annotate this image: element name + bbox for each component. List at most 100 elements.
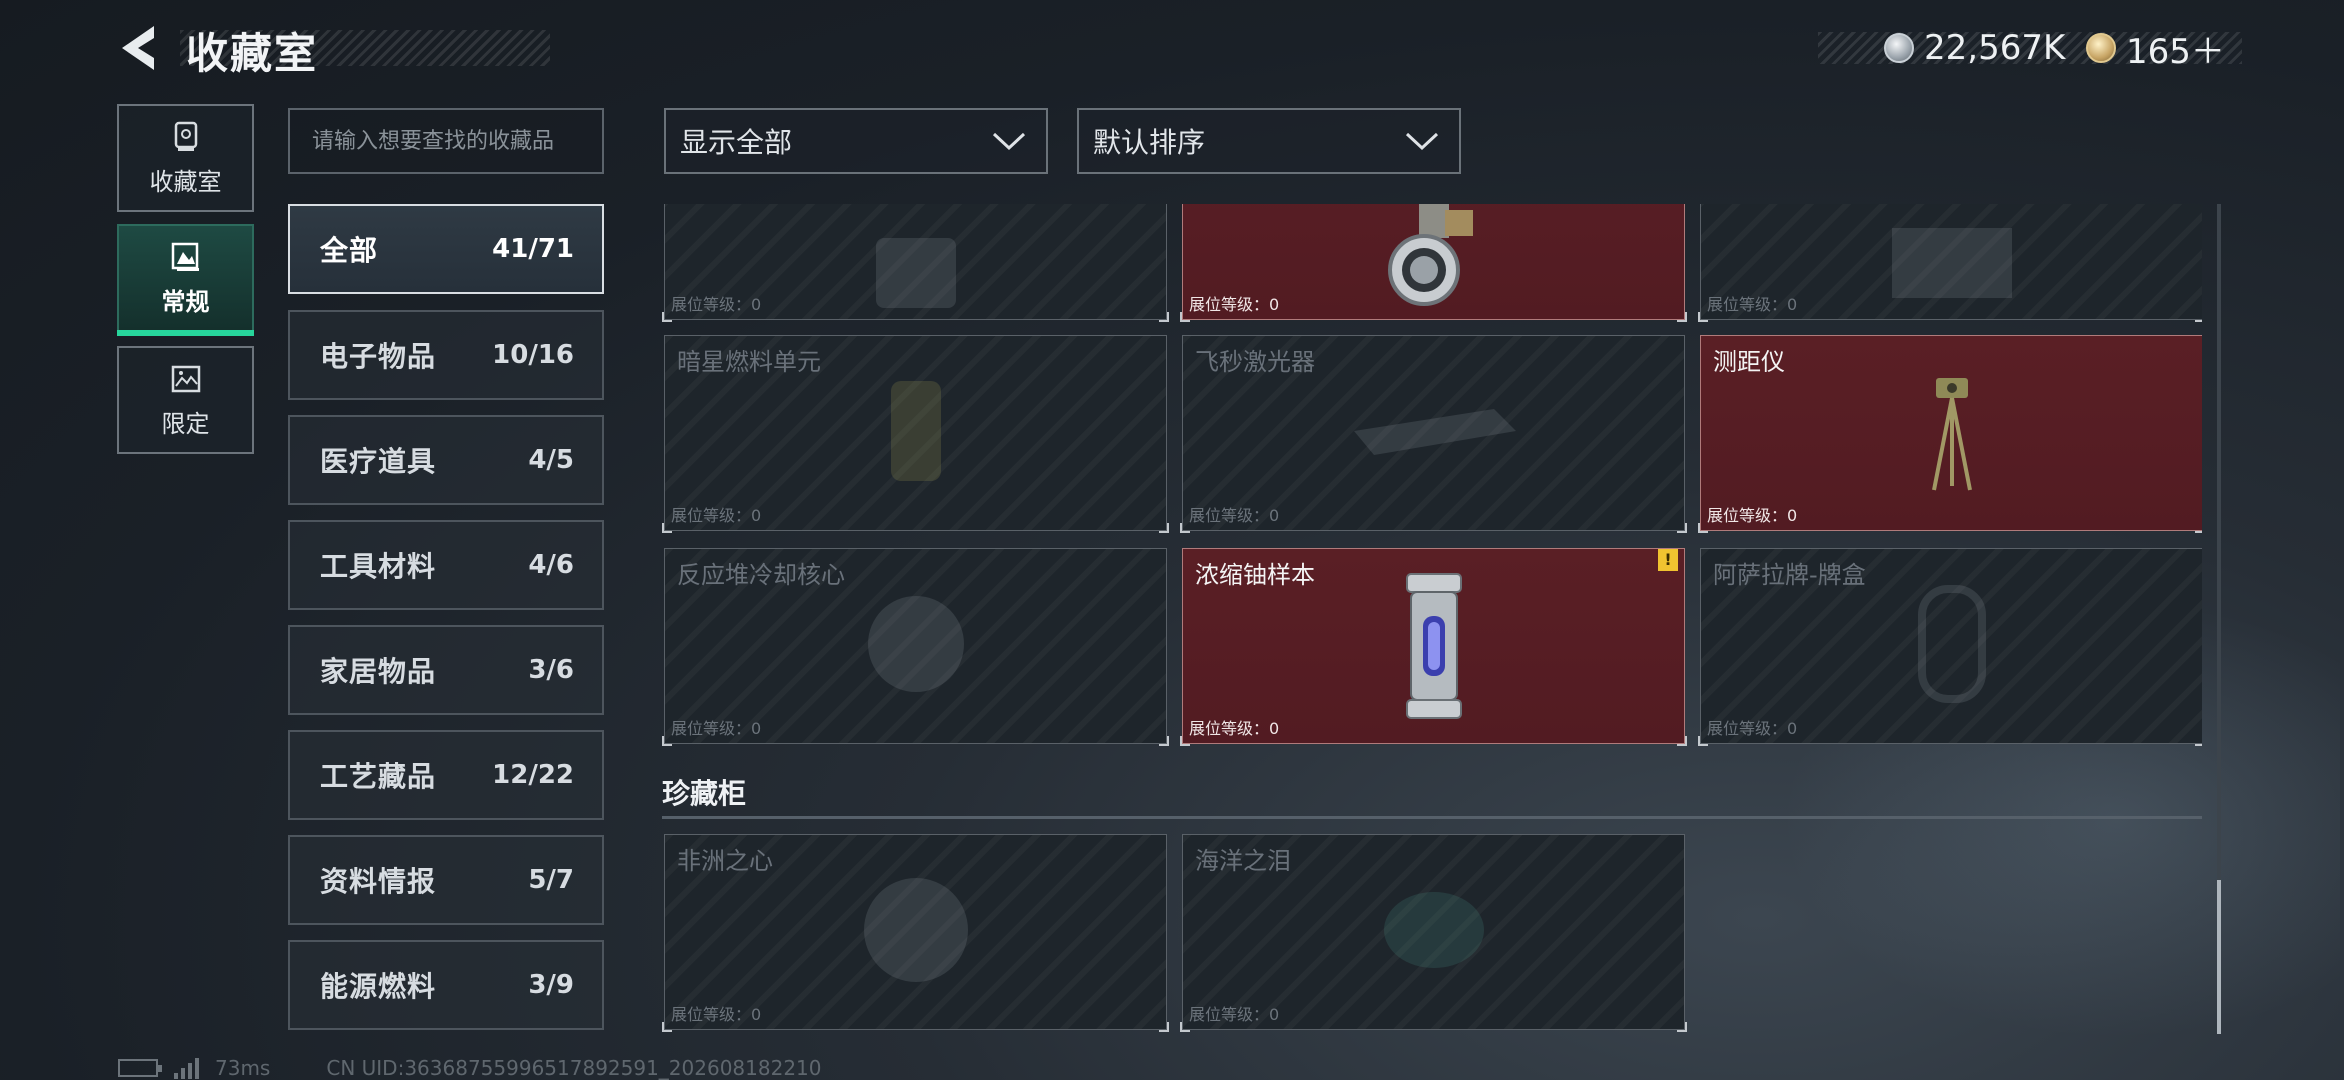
booth-level: 展位等级：0 bbox=[671, 719, 762, 738]
collection-card-owned[interactable]: 展位等级：0 bbox=[1180, 204, 1687, 322]
category-household[interactable]: 家居物品 3/6 bbox=[288, 625, 604, 715]
gold-coin-icon bbox=[2086, 33, 2116, 63]
category-count: 10/16 bbox=[492, 340, 574, 370]
card-corner bbox=[1698, 523, 1708, 533]
card-corner bbox=[1180, 736, 1190, 746]
category-name: 电子物品 bbox=[320, 340, 437, 373]
card-corner bbox=[1159, 736, 1169, 746]
card-corner bbox=[1677, 736, 1687, 746]
battery-icon bbox=[118, 1059, 162, 1077]
mode-tab-label: 收藏室 bbox=[149, 167, 222, 196]
category-all[interactable]: 全部 41/71 bbox=[288, 204, 604, 294]
sort-dropdown[interactable]: 默认排序 bbox=[1077, 108, 1461, 174]
card-corner bbox=[1698, 312, 1708, 322]
card-box-silhouette bbox=[1912, 584, 1992, 708]
item-name: 测距仪 bbox=[1713, 348, 1785, 376]
card-corner bbox=[2195, 312, 2202, 322]
card-corner bbox=[662, 736, 672, 746]
category-name: 全部 bbox=[320, 234, 379, 267]
booth-level: 展位等级：0 bbox=[1189, 1005, 1280, 1024]
card-corner bbox=[2195, 736, 2202, 746]
ping-value: 73ms bbox=[215, 1056, 271, 1080]
chevron-down-icon bbox=[1405, 132, 1439, 151]
sort-value: 默认排序 bbox=[1093, 126, 1206, 159]
collection-card[interactable]: 展位等级：0 bbox=[1698, 204, 2202, 322]
collection-grid[interactable]: 展位等级：0 展位等级：0 展位等级：0 暗星燃料单元 展位等级：0 飞秒激光器… bbox=[662, 204, 2202, 1034]
showcase-section-title: 珍藏柜 bbox=[662, 777, 747, 810]
back-arrow-icon[interactable] bbox=[116, 24, 160, 72]
rangefinder-tripod-image bbox=[1922, 374, 1982, 498]
diamond-silhouette bbox=[846, 870, 986, 994]
item-name: 阿萨拉牌-牌盒 bbox=[1713, 561, 1866, 589]
search-input[interactable] bbox=[288, 108, 604, 174]
card-corner bbox=[1159, 523, 1169, 533]
category-energy[interactable]: 能源燃料 3/9 bbox=[288, 940, 604, 1030]
item-silhouette bbox=[856, 228, 976, 322]
user-uid: CN UID:3636875599651789​2591_20260818221… bbox=[326, 1056, 822, 1080]
trophy-icon bbox=[174, 121, 197, 151]
collection-card[interactable]: 阿萨拉牌-牌盒 展位等级：0 bbox=[1698, 548, 2202, 746]
collection-card[interactable]: 飞秒激光器 展位等级：0 bbox=[1180, 335, 1687, 533]
mode-tab-collection[interactable]: 收藏室 bbox=[117, 104, 254, 212]
collection-card-owned[interactable]: 测距仪 展位等级：0 bbox=[1698, 335, 2202, 533]
category-count: 12/22 bbox=[492, 760, 574, 790]
item-name: 浓缩铀样本 bbox=[1195, 561, 1315, 589]
mode-tab-regular[interactable]: 常规 bbox=[117, 224, 254, 336]
card-corner bbox=[1159, 1022, 1169, 1032]
category-crafts[interactable]: 工艺藏品 12/22 bbox=[288, 730, 604, 820]
item-name: 海洋之泪 bbox=[1195, 847, 1291, 875]
collection-card[interactable]: 反应堆冷却核心 展位等级：0 bbox=[662, 548, 1169, 746]
category-medical[interactable]: 医疗道具 4/5 bbox=[288, 415, 604, 505]
category-electronics[interactable]: 电子物品 10/16 bbox=[288, 310, 604, 400]
display-filter-value: 显示全部 bbox=[680, 126, 793, 159]
category-tools[interactable]: 工具材料 4/6 bbox=[288, 520, 604, 610]
laser-silhouette bbox=[1344, 401, 1524, 465]
showcase-card[interactable]: 非洲之心 展位等级：0 bbox=[662, 834, 1169, 1032]
card-corner bbox=[1159, 312, 1169, 322]
warning-icon[interactable]: ! bbox=[1658, 549, 1678, 571]
category-intel[interactable]: 资料情报 5/7 bbox=[288, 835, 604, 925]
card-corner bbox=[1677, 1022, 1687, 1032]
booth-level: 展位等级：0 bbox=[1707, 506, 1798, 525]
category-count: 4/6 bbox=[528, 550, 574, 580]
booth-level: 展位等级：0 bbox=[671, 1005, 762, 1024]
category-count: 3/6 bbox=[528, 655, 574, 685]
item-name: 飞秒激光器 bbox=[1195, 348, 1315, 376]
card-corner bbox=[1677, 312, 1687, 322]
fuel-cell-silhouette bbox=[881, 376, 951, 490]
card-corner bbox=[1677, 523, 1687, 533]
display-filter-dropdown[interactable]: 显示全部 bbox=[664, 108, 1048, 174]
showcase-card[interactable]: 海洋之泪 展位等级：0 bbox=[1180, 834, 1687, 1032]
collection-card[interactable]: 暗星燃料单元 展位等级：0 bbox=[662, 335, 1169, 533]
signal-icon bbox=[174, 1057, 199, 1079]
collection-card[interactable]: 展位等级：0 bbox=[662, 204, 1169, 322]
item-name: 暗星燃料单元 bbox=[677, 348, 821, 376]
item-silhouette bbox=[1872, 218, 2032, 312]
card-corner bbox=[1180, 523, 1190, 533]
item-name: 反应堆冷却核心 bbox=[677, 561, 845, 589]
picture-frame-icon bbox=[171, 242, 199, 271]
category-count: 41/71 bbox=[492, 234, 574, 264]
status-footer: 73ms CN UID:3636875599651789​2591_202608… bbox=[118, 1056, 822, 1080]
category-count: 4/5 bbox=[528, 445, 574, 475]
mode-tab-limited[interactable]: 限定 bbox=[117, 346, 254, 454]
booth-level: 展位等级：0 bbox=[1189, 719, 1280, 738]
gold-currency[interactable]: 165＋ bbox=[2086, 26, 2225, 72]
card-corner bbox=[662, 523, 672, 533]
chevron-down-icon bbox=[992, 132, 1026, 151]
category-name: 资料情报 bbox=[320, 865, 437, 898]
category-name: 工具材料 bbox=[320, 550, 437, 583]
booth-level: 展位等级：0 bbox=[1707, 719, 1798, 738]
scrollbar-thumb[interactable] bbox=[2217, 880, 2221, 1034]
card-corner bbox=[1698, 736, 1708, 746]
category-name: 家居物品 bbox=[320, 655, 437, 688]
card-corner bbox=[2195, 523, 2202, 533]
category-name: 工艺藏品 bbox=[320, 760, 437, 793]
item-name: 非洲之心 bbox=[677, 847, 773, 875]
uranium-canister-image bbox=[1399, 572, 1469, 726]
card-corner bbox=[662, 1022, 672, 1032]
reactor-core-silhouette bbox=[856, 589, 976, 703]
collection-card-owned[interactable]: 浓缩铀样本 ! 展位等级：0 bbox=[1180, 548, 1687, 746]
section-divider bbox=[662, 816, 2202, 819]
silver-currency: 22,567K bbox=[1884, 26, 2065, 70]
